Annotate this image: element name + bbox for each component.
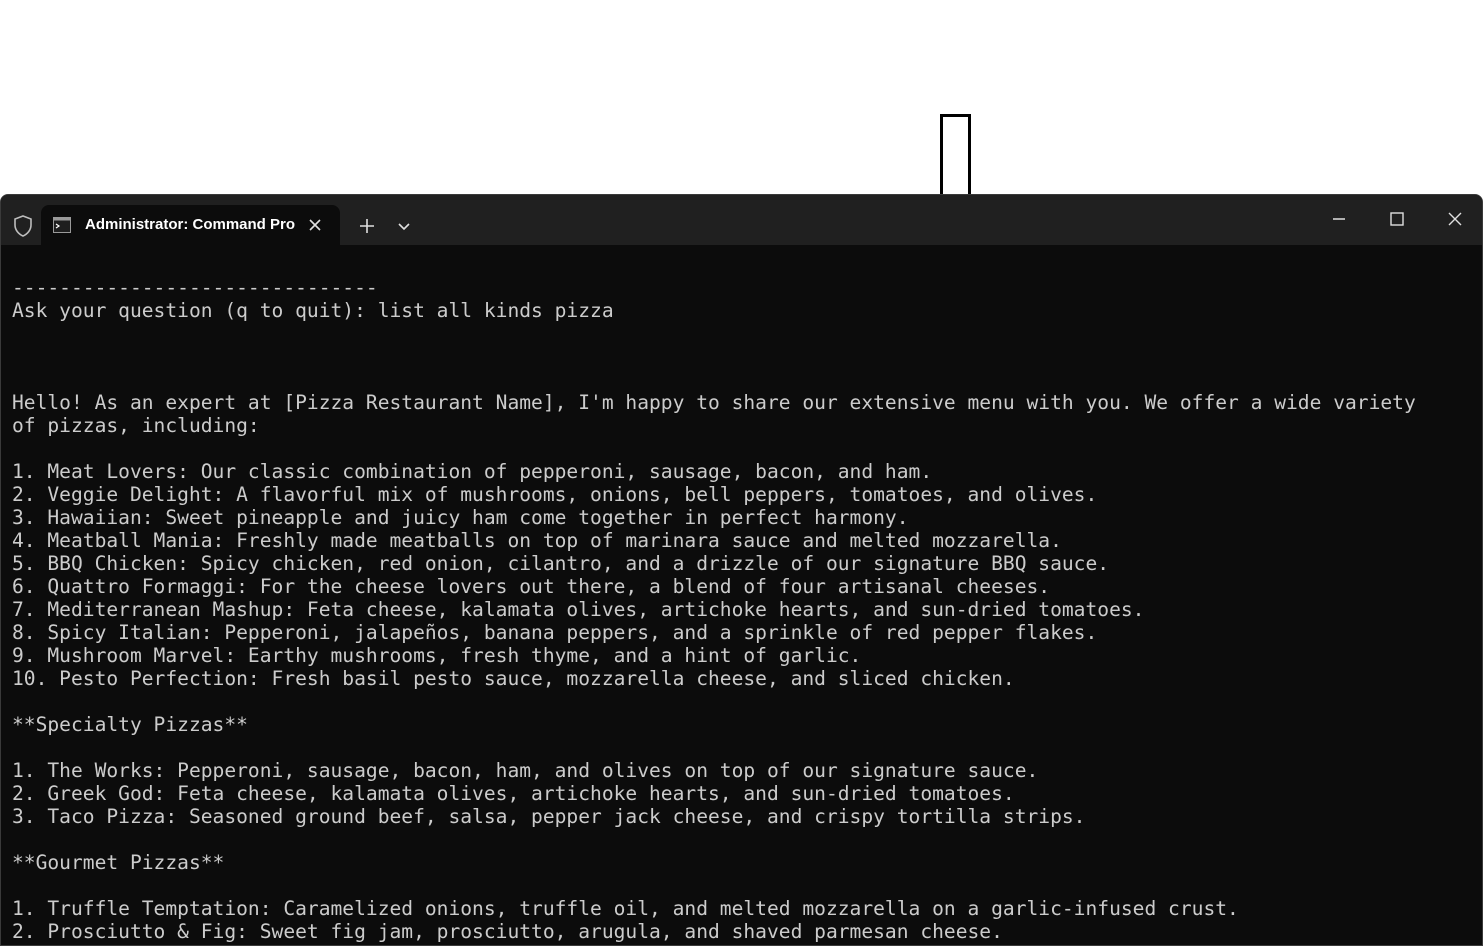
terminal-line: 9. Mushroom Marvel: Earthy mushrooms, fr… bbox=[12, 644, 862, 667]
terminal-line: 2. Prosciutto & Fig: Sweet fig jam, pros… bbox=[12, 920, 1003, 943]
title-bar[interactable]: Administrator: Command Pro bbox=[1, 195, 1482, 245]
terminal-line: 8. Spicy Italian: Pepperoni, jalapeños, … bbox=[12, 621, 1098, 644]
tab-close-icon[interactable] bbox=[305, 215, 325, 235]
desktop-background bbox=[0, 0, 1483, 195]
terminal-line: ------------------------------- bbox=[12, 276, 378, 299]
terminal-line: **Specialty Pizzas** bbox=[12, 713, 248, 736]
terminal-line: Hello! As an expert at [Pizza Restaurant… bbox=[12, 391, 1416, 414]
terminal-line: 10. Pesto Perfection: Fresh basil pesto … bbox=[12, 667, 1015, 690]
terminal-line: 3. Taco Pizza: Seasoned ground beef, sal… bbox=[12, 805, 1086, 828]
terminal-line: 2. Greek God: Feta cheese, kalamata oliv… bbox=[12, 782, 1015, 805]
terminal-line: Ask your question (q to quit): list all … bbox=[12, 299, 614, 322]
new-tab-plus-icon[interactable] bbox=[356, 215, 378, 237]
terminal-line: 6. Quattro Formaggi: For the cheese love… bbox=[12, 575, 1051, 598]
maximize-icon[interactable] bbox=[1385, 207, 1409, 231]
tab-title: Administrator: Command Pro bbox=[85, 216, 295, 233]
tab-command-prompt[interactable]: Administrator: Command Pro bbox=[41, 205, 340, 245]
terminal-window: Administrator: Command Pro -------------… bbox=[0, 194, 1483, 946]
terminal-line: 3. Hawaiian: Sweet pineapple and juicy h… bbox=[12, 506, 909, 529]
terminal-line: 1. The Works: Pepperoni, sausage, bacon,… bbox=[12, 759, 1039, 782]
terminal-line: 5. BBQ Chicken: Spicy chicken, red onion… bbox=[12, 552, 1110, 575]
terminal-line: 1. Meat Lovers: Our classic combination … bbox=[12, 460, 933, 483]
missing-glyph-box bbox=[940, 114, 971, 194]
terminal-output[interactable]: ------------------------------- Ask your … bbox=[12, 276, 1472, 943]
terminal-line: **Gourmet Pizzas** bbox=[12, 851, 225, 874]
terminal-line: 4. Meatball Mania: Freshly made meatball… bbox=[12, 529, 1062, 552]
terminal-line: 1. Truffle Temptation: Caramelized onion… bbox=[12, 897, 1239, 920]
chevron-down-icon[interactable] bbox=[395, 217, 413, 235]
terminal-line: 2. Veggie Delight: A flavorful mix of mu… bbox=[12, 483, 1098, 506]
terminal-line: of pizzas, including: bbox=[12, 414, 260, 437]
terminal-line: 7. Mediterranean Mashup: Feta cheese, ka… bbox=[12, 598, 1145, 621]
close-icon[interactable] bbox=[1443, 207, 1467, 231]
terminal-icon bbox=[53, 217, 71, 233]
minimize-icon[interactable] bbox=[1327, 207, 1351, 231]
shield-icon bbox=[13, 215, 33, 237]
